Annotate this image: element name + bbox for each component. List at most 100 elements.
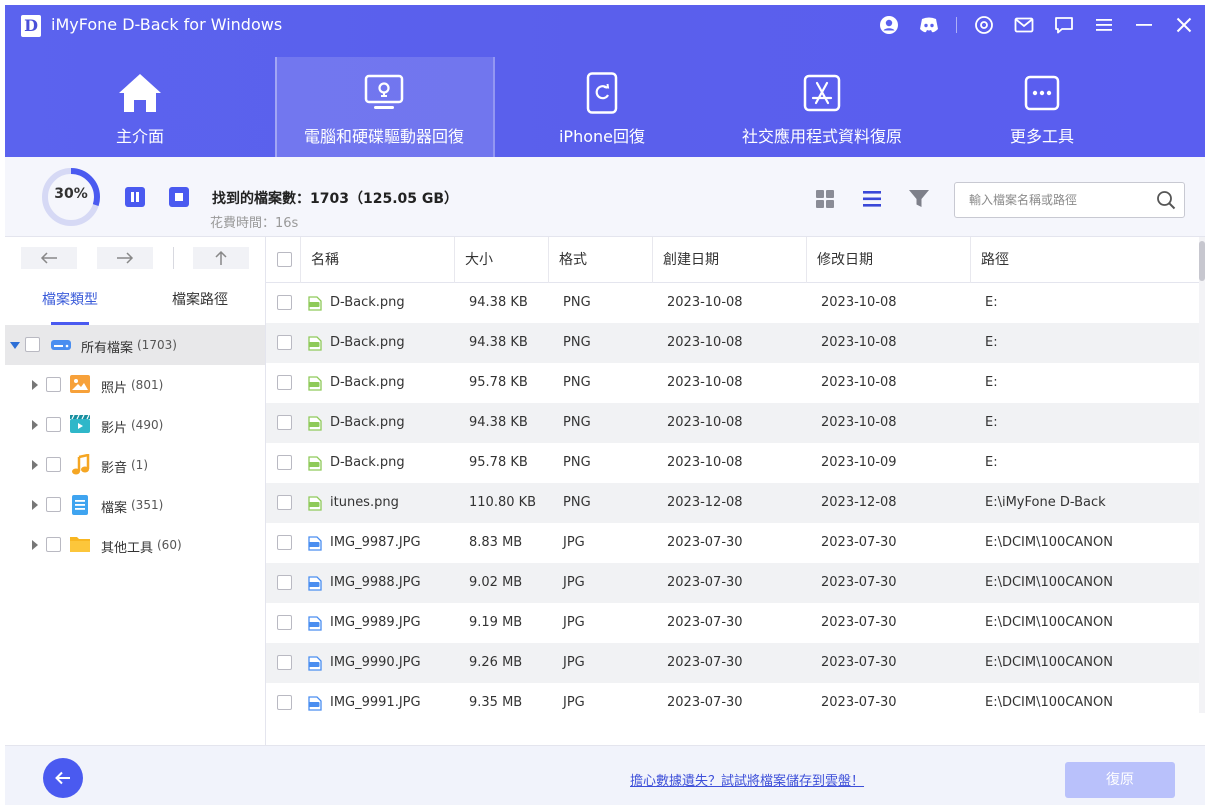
tree-item-videos[interactable]: 影片 (490)	[5, 405, 265, 445]
row-checkbox[interactable]	[277, 295, 292, 310]
filter-button[interactable]	[907, 187, 931, 211]
settings-icon[interactable]	[971, 13, 997, 37]
list-view-button[interactable]	[860, 187, 884, 211]
arrow-right-icon	[117, 252, 134, 264]
tree-item-all-files[interactable]: 所有檔案 (1703)	[5, 325, 265, 365]
expand-caret-icon[interactable]	[32, 540, 38, 550]
column-header-modified[interactable]: 修改日期	[807, 237, 971, 283]
tree-item-photos[interactable]: 照片 (801)	[5, 365, 265, 405]
nav-more-tools[interactable]: 更多工具	[933, 57, 1151, 157]
mail-icon[interactable]	[1011, 13, 1037, 37]
table-row[interactable]: D-Back.png 94.38 KB PNG 2023-10-08 2023-10-0…	[266, 323, 1199, 363]
column-header-format[interactable]: 格式	[549, 237, 653, 283]
nav-label: 主介面	[115, 127, 164, 146]
table-scrollbar[interactable]	[1199, 237, 1205, 713]
cell-format: PNG	[563, 495, 591, 510]
row-checkbox[interactable]	[277, 575, 292, 590]
row-checkbox[interactable]	[277, 695, 292, 710]
table-row[interactable]: IMG_9987.JPG 8.83 MB JPG 2023-07-30 2023-07-…	[266, 523, 1199, 563]
row-checkbox[interactable]	[277, 535, 292, 550]
row-checkbox[interactable]	[277, 495, 292, 510]
tree-item-audio[interactable]: 影音 (1)	[5, 445, 265, 485]
column-header-size[interactable]: 大小	[455, 237, 549, 283]
tree-checkbox[interactable]	[46, 377, 61, 392]
forward-nav-button[interactable]	[97, 247, 153, 269]
table-row[interactable]: IMG_9990.JPG 9.26 MB JPG 2023-07-30 2023-07-…	[266, 643, 1199, 683]
sidebar: 檔案類型 檔案路徑 所有檔案 (1703) 照片 (801) 影片 (490) …	[5, 237, 266, 745]
tab-file-path[interactable]: 檔案路徑	[135, 289, 265, 325]
back-nav-button[interactable]	[21, 247, 77, 269]
nav-home[interactable]: 主介面	[5, 57, 275, 157]
grid-view-button[interactable]	[813, 187, 837, 211]
search-icon[interactable]	[1156, 190, 1176, 210]
cell-modified: 2023-10-08	[821, 415, 897, 430]
tree-checkbox[interactable]	[46, 497, 61, 512]
cell-name: D-Back.png	[330, 335, 405, 350]
pause-button[interactable]	[125, 187, 145, 207]
nav-iphone-recovery[interactable]: iPhone回復	[493, 57, 711, 157]
video-icon	[70, 414, 90, 433]
up-nav-button[interactable]	[193, 247, 249, 269]
cloud-backup-link[interactable]: 擔心數據遺失？試試將檔案儲存到雲盤！	[630, 770, 864, 789]
expand-caret-icon[interactable]	[10, 342, 20, 349]
nav-social-app-recovery[interactable]: 社交應用程式資料復原	[711, 57, 933, 157]
cell-created: 2023-10-08	[667, 375, 743, 390]
recover-button[interactable]: 復原	[1065, 762, 1175, 798]
select-all-checkbox[interactable]	[277, 252, 292, 267]
cell-created: 2023-07-30	[667, 535, 743, 550]
table-row[interactable]: D-Back.png 95.78 KB PNG 2023-10-08 2023-10-0…	[266, 363, 1199, 403]
grid-view-icon	[816, 190, 834, 208]
tree-checkbox[interactable]	[46, 417, 61, 432]
table-row[interactable]: D-Back.png 95.78 KB PNG 2023-10-08 2023-10-0…	[266, 443, 1199, 483]
cell-modified: 2023-07-30	[821, 615, 897, 630]
table-row[interactable]: D-Back.png 94.38 KB PNG 2023-10-08 2023-10-0…	[266, 403, 1199, 443]
search-input[interactable]	[955, 183, 1150, 217]
scan-toolbar: 30% 找到的檔案數：1703（125.05 GB） 花費時間：16s	[5, 157, 1205, 237]
table-row[interactable]: D-Back.png 94.38 KB PNG 2023-10-08 2023-10-0…	[266, 283, 1199, 323]
menu-icon[interactable]	[1091, 13, 1117, 37]
tab-file-type[interactable]: 檔案類型	[5, 289, 135, 325]
expand-caret-icon[interactable]	[32, 380, 38, 390]
tree-checkbox[interactable]	[46, 537, 61, 552]
tree-checkbox[interactable]	[25, 337, 40, 352]
expand-caret-icon[interactable]	[32, 460, 38, 470]
chat-icon[interactable]	[1051, 13, 1077, 37]
drive-icon	[51, 340, 71, 350]
pause-icon	[131, 192, 139, 202]
row-checkbox[interactable]	[277, 655, 292, 670]
cell-modified: 2023-10-08	[821, 295, 897, 310]
close-icon[interactable]	[1171, 13, 1197, 37]
cell-size: 9.02 MB	[469, 575, 523, 590]
expand-caret-icon[interactable]	[32, 420, 38, 430]
back-button[interactable]	[43, 758, 83, 798]
tree-item-other[interactable]: 其他工具 (60)	[5, 525, 265, 565]
cell-size: 95.78 KB	[469, 375, 528, 390]
user-icon[interactable]	[876, 13, 902, 37]
png-icon	[308, 336, 322, 351]
column-header-name[interactable]: 名稱	[300, 237, 455, 283]
table-row[interactable]: IMG_9988.JPG 9.02 MB JPG 2023-07-30 2023-07-…	[266, 563, 1199, 603]
row-checkbox[interactable]	[277, 415, 292, 430]
expand-caret-icon[interactable]	[32, 500, 38, 510]
jpg-icon	[308, 576, 322, 591]
tree-item-documents[interactable]: 檔案 (351)	[5, 485, 265, 525]
cell-format: PNG	[563, 375, 591, 390]
row-checkbox[interactable]	[277, 375, 292, 390]
tree-checkbox[interactable]	[46, 457, 61, 472]
row-checkbox[interactable]	[277, 615, 292, 630]
jpg-icon	[308, 696, 322, 711]
table-row[interactable]: IMG_9991.JPG 9.35 MB JPG 2023-07-30 2023-07-…	[266, 683, 1199, 713]
column-header-created[interactable]: 創建日期	[653, 237, 807, 283]
stop-button[interactable]	[169, 187, 189, 207]
nav-computer-recovery[interactable]: 電腦和硬碟驅動器回復	[275, 57, 493, 157]
tree-item-label: 其他工具	[101, 541, 154, 556]
table-row[interactable]: IMG_9989.JPG 9.19 MB JPG 2023-07-30 2023-07-…	[266, 603, 1199, 643]
column-header-path[interactable]: 路徑	[971, 237, 1199, 283]
row-checkbox[interactable]	[277, 455, 292, 470]
iphone-icon	[586, 71, 618, 115]
table-row[interactable]: itunes.png 110.80 KB PNG 2023-12-08 2023-12-…	[266, 483, 1199, 523]
row-checkbox[interactable]	[277, 335, 292, 350]
scrollbar-thumb[interactable]	[1199, 241, 1205, 281]
minimize-icon[interactable]	[1131, 13, 1157, 37]
discord-icon[interactable]	[916, 13, 942, 37]
